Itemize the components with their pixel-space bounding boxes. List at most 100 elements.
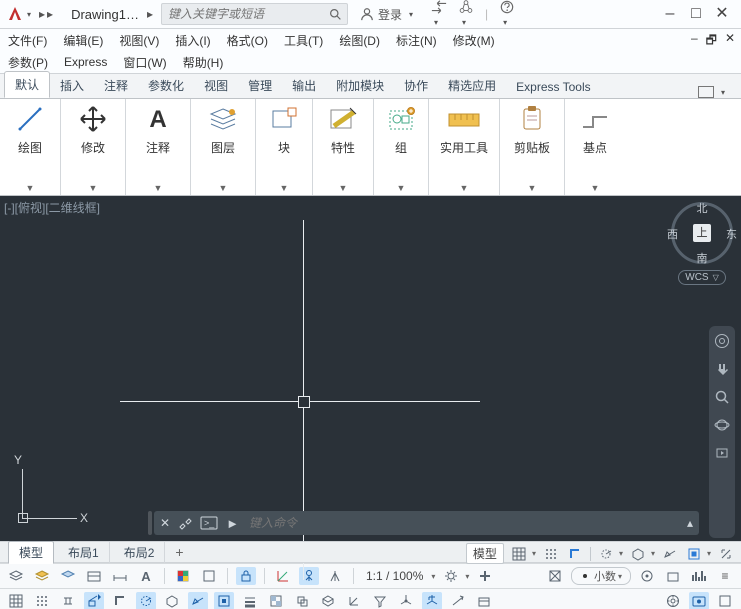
sb-box[interactable] — [663, 567, 683, 585]
panel-group[interactable]: 组 ▼ — [374, 99, 429, 195]
sb-eq[interactable] — [689, 567, 709, 585]
layout-tab-model[interactable]: 模型 — [8, 541, 54, 564]
sb-layer2[interactable] — [32, 567, 52, 585]
sb2-cleanscreen[interactable] — [715, 592, 735, 609]
doc-close[interactable]: ✕ — [725, 31, 735, 52]
sb-add[interactable] — [475, 567, 495, 585]
sb-gear[interactable] — [441, 567, 461, 585]
menu-insert[interactable]: 插入(I) — [175, 32, 210, 49]
nav-showmotion-icon[interactable] — [713, 444, 731, 462]
sb-layer3[interactable] — [58, 567, 78, 585]
tab-parametric[interactable]: 参数化 — [138, 73, 194, 98]
layout-tab-add[interactable]: + — [169, 544, 189, 560]
tab-view[interactable]: 视图 — [194, 73, 238, 98]
sb2-ortho[interactable] — [110, 592, 130, 609]
panel-block[interactable]: 块 ▼ — [256, 99, 313, 195]
tab-featured[interactable]: 精选应用 — [438, 73, 506, 98]
tab-manage[interactable]: 管理 — [238, 73, 282, 98]
tab-express[interactable]: Express Tools — [506, 76, 600, 98]
grid-toggle[interactable] — [510, 546, 528, 562]
sb2-osnap[interactable] — [214, 592, 234, 609]
doc-minimize[interactable]: – — [691, 31, 698, 52]
panel-properties[interactable]: 特性 ▼ — [313, 99, 374, 195]
sb-layer-manager[interactable] — [6, 567, 26, 585]
panel-draw[interactable]: 绘图 ▼ — [0, 99, 61, 195]
menu-file[interactable]: 文件(F) — [8, 32, 47, 49]
sb-color[interactable] — [173, 567, 193, 585]
sb2-lwt[interactable] — [240, 592, 260, 609]
account-signin[interactable]: 登录 ▾ — [352, 6, 421, 23]
tab-home[interactable]: 默认 — [4, 71, 50, 98]
sb2-am[interactable] — [448, 592, 468, 609]
sb-target[interactable] — [637, 567, 657, 585]
sb-palette[interactable] — [199, 567, 219, 585]
drawing-viewport[interactable]: [-][俯视][二维线框] Y X 北 南 东 西 上 WCS▽ ✕ >_ ► … — [0, 196, 741, 541]
sb2-transparency[interactable] — [266, 592, 286, 609]
sb2-iso[interactable] — [162, 592, 182, 609]
sb-lock[interactable] — [236, 567, 256, 585]
sb-dim[interactable] — [110, 567, 130, 585]
otrack-toggle[interactable] — [661, 546, 679, 562]
menu-tools[interactable]: 工具(T) — [284, 32, 323, 49]
menu-draw[interactable]: 绘图(D) — [339, 32, 380, 49]
sb-layer4[interactable] — [84, 567, 104, 585]
sb-text[interactable]: A — [136, 567, 156, 585]
sb-tri[interactable]: ≡ — [715, 567, 735, 585]
document-title[interactable]: Drawing1… — [63, 7, 147, 22]
menu-view[interactable]: 视图(V) — [119, 32, 159, 49]
tab-annotate[interactable]: 注释 — [94, 73, 138, 98]
doc-restore[interactable]: 🗗 — [706, 31, 717, 52]
tab-output[interactable]: 输出 — [282, 73, 326, 98]
snap-toggle[interactable] — [542, 546, 560, 562]
sb2-annomonitor[interactable] — [422, 592, 442, 609]
sb2-3dosnap[interactable] — [318, 592, 338, 609]
sb2-ws[interactable] — [663, 592, 683, 609]
tab-addins[interactable]: 附加模块 — [326, 73, 394, 98]
sb2-snap[interactable] — [32, 592, 52, 609]
osnap-toggle[interactable] — [685, 546, 703, 562]
panel-modify[interactable]: 修改 ▼ — [61, 99, 126, 195]
menu-dimension[interactable]: 标注(N) — [396, 32, 437, 49]
nav-pan-icon[interactable] — [713, 360, 731, 378]
sb2-cycle[interactable] — [292, 592, 312, 609]
sb2-polar[interactable] — [136, 592, 156, 609]
nav-zoom-icon[interactable] — [713, 388, 731, 406]
qat-dropdown[interactable]: ▾ — [27, 10, 31, 19]
sb-maximize-vp[interactable] — [545, 567, 565, 585]
maximize-button[interactable]: □ — [689, 6, 703, 22]
ribbon-minimize[interactable]: ▾ — [698, 86, 737, 98]
search-icon[interactable] — [327, 8, 343, 21]
viewport-label[interactable]: [-][俯视][二维线框] — [4, 199, 100, 216]
tab-collab[interactable]: 协作 — [394, 73, 438, 98]
menu-help[interactable]: 帮助(H) — [183, 54, 224, 71]
tab-insert[interactable]: 插入 — [50, 73, 94, 98]
layout-tab-1[interactable]: 布局1 — [58, 542, 110, 563]
help-icon[interactable]: ▾ — [500, 0, 514, 28]
sb-person[interactable] — [299, 567, 319, 585]
menu-parametric[interactable]: 参数(P) — [8, 54, 48, 71]
command-line[interactable]: ✕ >_ ► ▴ — [154, 511, 699, 535]
sb-zoom-label[interactable]: 1:1 / 100% — [362, 569, 427, 583]
sb-mirror[interactable] — [325, 567, 345, 585]
sb2-grid[interactable] — [6, 592, 26, 609]
isodraft-toggle[interactable] — [629, 546, 647, 562]
panel-annotate[interactable]: A 注释 ▼ — [126, 99, 191, 195]
annoscale-icon[interactable] — [717, 546, 735, 562]
cmdline-handle[interactable] — [148, 511, 152, 535]
minimize-button[interactable]: – — [663, 6, 677, 22]
menu-edit[interactable]: 编辑(E) — [63, 32, 103, 49]
sb-units[interactable]: 小数▾ — [571, 567, 631, 585]
nav-wheel-icon[interactable] — [713, 332, 731, 350]
exchange-icon[interactable]: ▾ — [431, 0, 447, 28]
wcs-menu[interactable]: WCS▽ — [678, 270, 726, 285]
navigation-bar[interactable] — [709, 326, 735, 538]
sb2-qp[interactable] — [474, 592, 494, 609]
ortho-toggle[interactable] — [566, 546, 584, 562]
space-toggle[interactable]: 模型 — [466, 543, 504, 564]
cmdline-close-icon[interactable]: ✕ — [160, 516, 170, 530]
history-nav[interactable]: ▸▸ — [39, 7, 55, 21]
sb-axis[interactable] — [273, 567, 293, 585]
autodesk-app-icon[interactable]: ▾ — [459, 0, 473, 28]
panel-utilities[interactable]: 实用工具 ▼ — [429, 99, 500, 195]
help-search-input[interactable] — [166, 6, 327, 22]
